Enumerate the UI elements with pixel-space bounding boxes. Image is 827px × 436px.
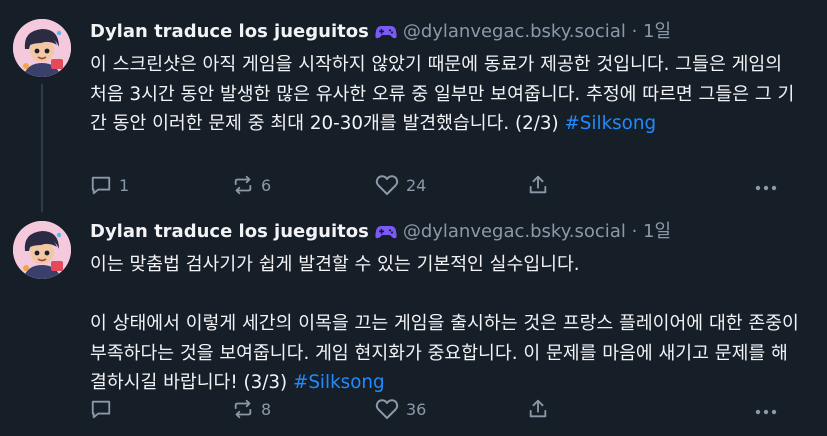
share-icon — [527, 398, 549, 420]
repost-button[interactable]: 8 — [232, 396, 271, 422]
post-text-content: 이 스크린샷은 아직 게임을 시작하지 않았기 때문에 동료가 제공한 것입니다… — [90, 54, 795, 134]
like-button[interactable]: 24 — [375, 172, 426, 198]
more-options-button[interactable] — [755, 396, 777, 422]
more-icon — [755, 176, 777, 195]
reply-icon — [90, 174, 112, 196]
post-text: 이 스크린샷은 아직 게임을 시작하지 않았기 때문에 동료가 제공한 것입니다… — [90, 50, 802, 139]
repost-button[interactable]: 6 — [232, 172, 271, 198]
avatar[interactable] — [13, 19, 71, 77]
post-text: 이는 맞춤법 검사기가 쉽게 발견할 수 있는 기본적인 실수입니다. 이 상태… — [90, 250, 802, 398]
hashtag-link[interactable]: #Silksong — [293, 372, 385, 393]
author-handle[interactable]: @dylanvegac.bsky.social — [403, 221, 626, 242]
hashtag-link[interactable]: #Silksong — [564, 113, 656, 134]
gamepad-icon — [375, 22, 397, 48]
heart-icon — [375, 398, 399, 420]
avatar[interactable] — [13, 221, 71, 279]
post-actions: 1 6 24 — [90, 172, 777, 198]
reply-button[interactable]: 1 — [90, 172, 129, 198]
post-timestamp[interactable]: 1일 — [643, 221, 671, 242]
more-options-button[interactable] — [755, 172, 777, 198]
post-header: Dylan traduce los jueguitos @dylanvegac.b… — [90, 19, 671, 45]
like-count: 24 — [406, 175, 427, 195]
author-name[interactable]: Dylan traduce los jueguitos — [90, 221, 369, 242]
reply-icon — [90, 398, 112, 420]
repost-icon — [232, 174, 254, 196]
more-icon — [755, 400, 777, 419]
share-button[interactable] — [527, 396, 549, 422]
post-header: Dylan traduce los jueguitos @dylanvegac.b… — [90, 219, 671, 245]
post-actions: 8 36 — [90, 396, 777, 422]
separator-dot: · — [631, 221, 638, 242]
reply-count: 1 — [119, 175, 130, 195]
post[interactable]: Dylan traduce los jueguitos @dylanvegac.b… — [0, 0, 827, 212]
reply-button[interactable] — [90, 396, 119, 422]
author-name[interactable]: Dylan traduce los jueguitos — [90, 21, 369, 42]
author-handle[interactable]: @dylanvegac.bsky.social — [403, 21, 626, 42]
share-button[interactable] — [527, 172, 549, 198]
post-timestamp[interactable]: 1일 — [643, 21, 671, 42]
heart-icon — [375, 174, 399, 196]
like-count: 36 — [406, 399, 427, 419]
gamepad-icon — [375, 222, 397, 248]
repost-count: 8 — [261, 399, 272, 419]
separator-dot: · — [631, 21, 638, 42]
share-icon — [527, 174, 549, 196]
post[interactable]: Dylan traduce los jueguitos @dylanvegac.b… — [0, 212, 827, 436]
post-text-content: 이는 맞춤법 검사기가 쉽게 발견할 수 있는 기본적인 실수입니다. 이 상태… — [90, 254, 799, 393]
repost-icon — [232, 398, 254, 420]
repost-count: 6 — [261, 175, 272, 195]
like-button[interactable]: 36 — [375, 396, 426, 422]
